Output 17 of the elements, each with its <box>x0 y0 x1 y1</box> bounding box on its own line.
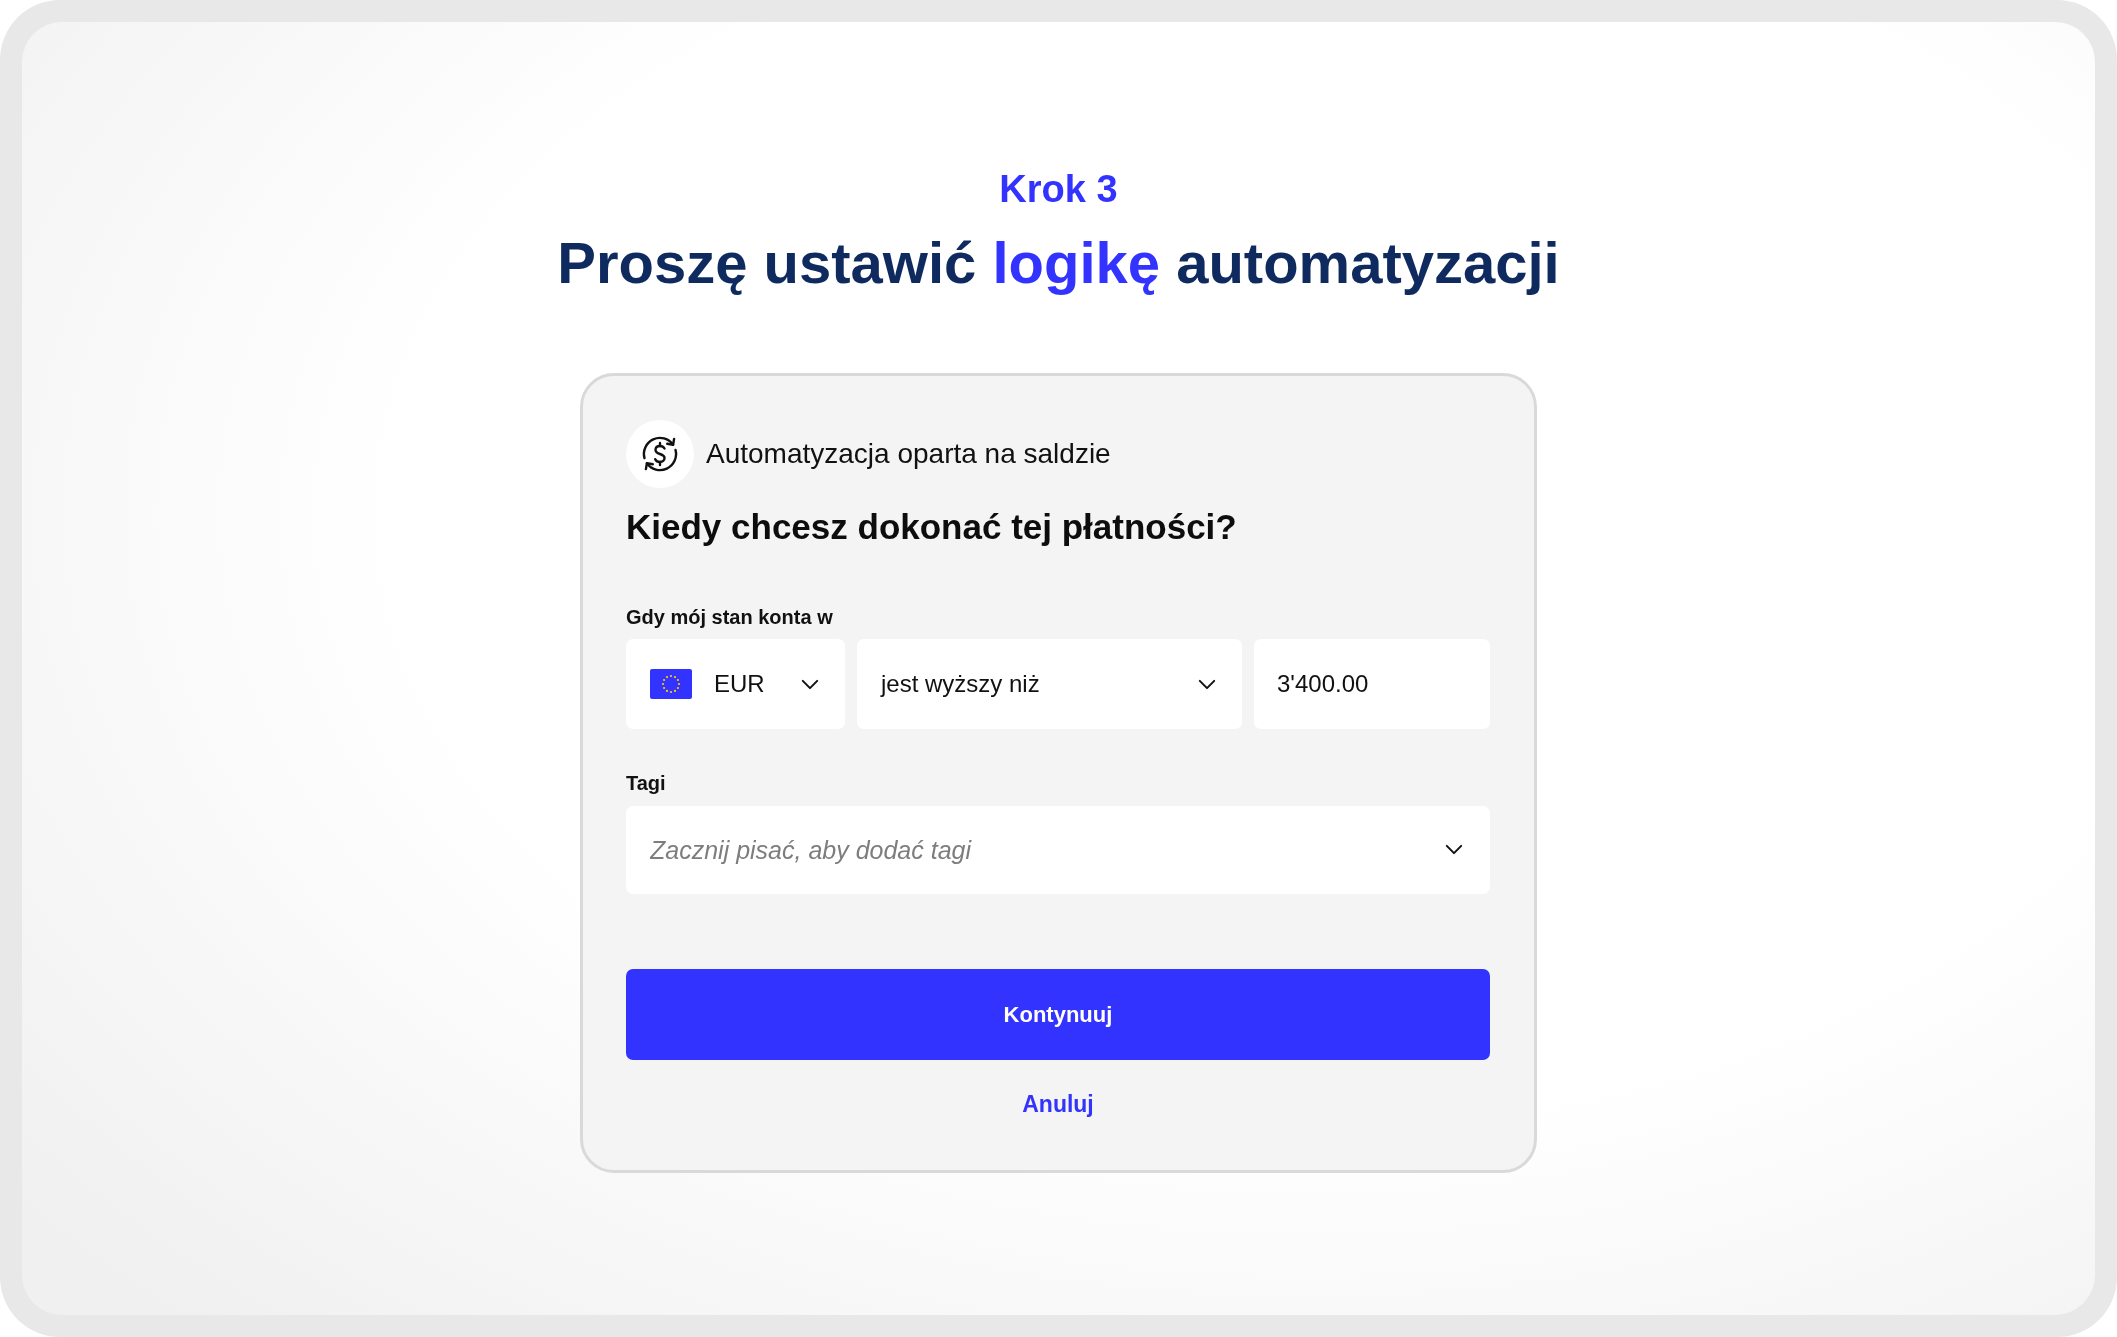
condition-select[interactable]: jest wyższy niż <box>857 639 1242 729</box>
field-label: Gdy mój stan konta w <box>626 605 833 629</box>
chevron-down-icon <box>1445 844 1463 855</box>
step-label: Krok 3 <box>999 167 1118 212</box>
dollar-arrows-icon <box>626 420 694 488</box>
field-label: Tagi <box>626 771 666 795</box>
currency-select[interactable]: EUR <box>626 639 845 729</box>
continue-button[interactable]: Kontynuuj <box>626 969 1490 1060</box>
amount-field[interactable]: 3'400.00 <box>1254 639 1490 729</box>
page-heading: Proszę ustawić logikę automatyzacji <box>557 229 1560 297</box>
automation-type-label: Automatyzacja oparta na saldzie <box>706 437 1111 471</box>
chevron-down-icon <box>801 678 819 690</box>
chevron-down-icon <box>1198 678 1216 690</box>
question-heading: Kiedy chcesz dokonać tej płatności? <box>626 506 1238 548</box>
cancel-link[interactable]: Anuluj <box>1022 1089 1094 1119</box>
flag-icon <box>650 669 692 699</box>
tags-field[interactable]: Zacznij pisać, aby dodać tagi <box>626 806 1490 894</box>
